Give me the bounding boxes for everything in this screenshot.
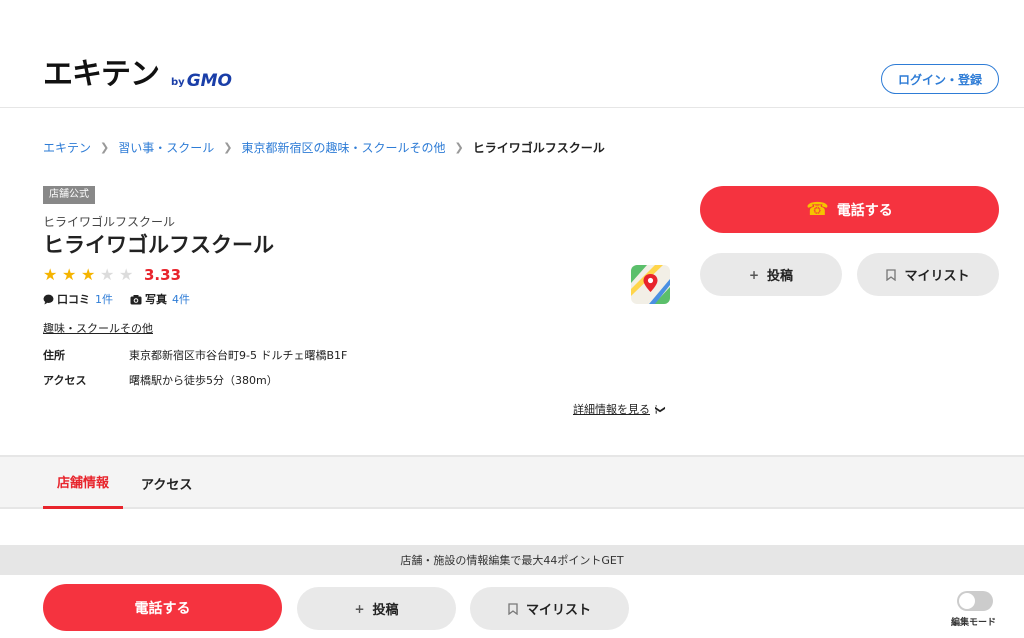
bottom-mylist-label: マイリスト	[525, 603, 591, 618]
edit-mode-toggle[interactable]	[957, 591, 993, 611]
tab-bar: 店舗情報 アクセス	[0, 455, 1024, 509]
star-icon: ★	[100, 265, 115, 284]
post-label: 投稿	[767, 269, 794, 284]
toggle-knob	[959, 593, 975, 609]
map-icon[interactable]	[631, 265, 670, 304]
star-icon: ★	[43, 265, 58, 284]
tab-access[interactable]: アクセス	[141, 457, 192, 509]
site-header: エキテン by GMO ログイン・登録	[0, 0, 1024, 108]
address-label: 住所	[43, 349, 65, 362]
breadcrumb: エキテン ❯ 習い事・スクール ❯ 東京都新宿区の趣味・スクールその他 ❯ ヒラ…	[43, 139, 605, 156]
breadcrumb-current: ヒライワゴルフスクール	[472, 141, 605, 155]
reviews-count-link[interactable]: 口コミ 1件	[43, 291, 113, 307]
chevron-down-icon: ❯	[654, 404, 666, 414]
reviews-count[interactable]: 1件	[95, 291, 113, 307]
address-value: 東京都新宿区市谷台町9-5 ドルチェ曙橋B1F	[129, 349, 348, 362]
bookmark-icon	[508, 602, 518, 615]
photos-count-link[interactable]: 写真 4件	[130, 291, 190, 307]
camera-icon	[130, 294, 142, 304]
access-row: アクセス 曙橋駅から徒歩5分（380m）	[43, 372, 278, 388]
chevron-right-icon: ❯	[223, 141, 233, 154]
post-button[interactable]: + 投稿	[700, 253, 842, 296]
bottom-post-label: 投稿	[372, 603, 399, 618]
logo-by: by	[171, 77, 185, 88]
plus-icon: +	[748, 267, 760, 282]
access-label: アクセス	[43, 374, 87, 387]
star-icon: ★	[62, 265, 77, 284]
promo-banner[interactable]: 店舗・施設の情報編集で最大44ポイントGET	[0, 545, 1024, 575]
breadcrumb-home[interactable]: エキテン	[43, 139, 91, 156]
call-label: 電話する	[836, 202, 893, 219]
call-button[interactable]: ☎ 電話する	[700, 186, 999, 233]
official-badge: 店舗公式	[43, 186, 95, 204]
speech-bubble-icon	[43, 294, 54, 304]
page-title: ヒライワゴルフスクール	[43, 233, 274, 257]
photos-label: 写真	[145, 293, 167, 306]
bottom-post-button[interactable]: + 投稿	[297, 587, 456, 630]
genre-link[interactable]: 趣味・スクールその他	[43, 320, 153, 336]
bottom-mylist-button[interactable]: マイリスト	[470, 587, 629, 630]
rating-value: 3.33	[144, 266, 182, 284]
bottom-action-bar: 電話する + 投稿 マイリスト 編集モード	[0, 575, 1024, 638]
tab-shop-info[interactable]: 店舗情報	[43, 457, 124, 509]
logo-text: エキテン	[43, 57, 160, 92]
login-button[interactable]: ログイン・登録	[881, 64, 999, 94]
rating: ★ ★ ★ ★ ★ 3.33	[43, 265, 182, 285]
chevron-right-icon: ❯	[100, 141, 110, 154]
detail-info-link[interactable]: 詳細情報を見る ❯	[573, 401, 666, 417]
access-value: 曙橋駅から徒歩5分（380m）	[129, 374, 278, 387]
plus-icon: +	[354, 601, 365, 616]
edit-mode-label: 編集モード	[951, 618, 997, 628]
mylist-label: マイリスト	[904, 269, 970, 284]
logo-gmo: GMO	[186, 71, 233, 91]
detail-link-label: 詳細情報を見る	[573, 403, 650, 416]
breadcrumb-area[interactable]: 東京都新宿区の趣味・スクールその他	[241, 139, 445, 156]
address-row: 住所 東京都新宿区市谷台町9-5 ドルチェ曙橋B1F	[43, 347, 347, 363]
bookmark-icon	[886, 268, 897, 281]
bottom-call-button[interactable]: 電話する	[43, 584, 282, 631]
counts: 口コミ 1件 写真 4件	[43, 291, 207, 307]
photos-count[interactable]: 4件	[172, 291, 190, 307]
mylist-button[interactable]: マイリスト	[857, 253, 999, 296]
star-icon: ★	[119, 265, 134, 284]
site-logo[interactable]: エキテン by GMO	[43, 58, 232, 92]
star-icon: ★	[81, 265, 96, 284]
reviews-label: 口コミ	[57, 293, 90, 306]
phone-icon: ☎	[806, 199, 829, 220]
shop-kana: ヒライワゴルフスクール	[43, 215, 176, 229]
breadcrumb-category[interactable]: 習い事・スクール	[118, 139, 214, 156]
chevron-right-icon: ❯	[454, 141, 464, 154]
